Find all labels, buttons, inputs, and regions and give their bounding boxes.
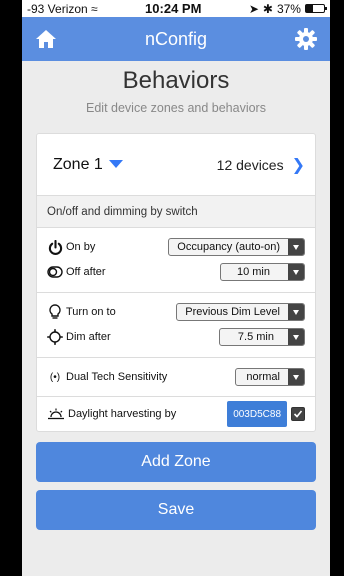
gear-icon[interactable] [292, 25, 320, 53]
daylight-device-button[interactable]: 003D5C88 [227, 401, 287, 427]
daylight-inner: Daylight harvesting by 003D5C88 [47, 401, 305, 427]
on-by-row: On by Occupancy (auto-on) [47, 236, 305, 258]
app-screen: -93 Verizon ≈ 10:24 PM ➤ ✱ 37% nConfig B… [22, 0, 330, 576]
zone-card: Zone 1 12 devices ❯ On/off and dimming b… [36, 133, 316, 432]
zone-devices-link[interactable]: 12 devices ❯ [217, 155, 305, 175]
off-after-label: Off after [47, 264, 106, 280]
battery-percent: 37% [276, 1, 301, 16]
page-title: Behaviors [122, 67, 230, 94]
dual-tech-label: (•) Dual Tech Sensitivity [47, 369, 167, 385]
daylight-checkbox[interactable] [291, 407, 305, 421]
dim-after-label: Dim after [47, 329, 111, 345]
lightbulb-icon [47, 304, 63, 320]
dual-tech-row: (•) Dual Tech Sensitivity normal [47, 366, 305, 388]
on-by-select[interactable]: Occupancy (auto-on) [168, 238, 305, 256]
zone-header-row: Zone 1 12 devices ❯ [37, 134, 315, 196]
wifi-icon: ≈ [91, 1, 98, 16]
turn-on-to-select[interactable]: Previous Dim Level [176, 303, 305, 321]
on-by-label: On by [47, 239, 95, 255]
phone-frame: -93 Verizon ≈ 10:24 PM ➤ ✱ 37% nConfig B… [0, 0, 344, 576]
dimming-group: Turn on to Previous Dim Level Dim after … [37, 293, 315, 358]
check-icon [293, 410, 303, 418]
add-zone-button[interactable]: Add Zone [36, 442, 316, 482]
dual-tech-group: (•) Dual Tech Sensitivity normal [37, 358, 315, 397]
sensor-icon: (•) [49, 371, 61, 383]
daylight-row: Daylight harvesting by 003D5C88 [37, 397, 315, 431]
dropdown-arrow-icon [288, 264, 304, 280]
status-time: 10:24 PM [145, 1, 202, 16]
nav-bar: nConfig [22, 17, 330, 61]
dropdown-arrow-icon [288, 304, 304, 320]
sunrise-icon [47, 406, 65, 422]
battery-icon [304, 4, 327, 13]
section-header: On/off and dimming by switch [37, 196, 315, 228]
zone-devices-count: 12 devices [216, 156, 284, 173]
daylight-controls: 003D5C88 [227, 401, 305, 427]
carrier-signal: -93 Verizon ≈ [27, 1, 98, 16]
home-icon[interactable] [32, 25, 60, 53]
daylight-label: Daylight harvesting by [47, 406, 176, 422]
zone-name: Zone 1 [53, 155, 103, 173]
turn-on-to-row: Turn on to Previous Dim Level [47, 301, 305, 323]
status-right: ➤ ✱ 37% [248, 1, 327, 16]
page-subtitle: Edit device zones and behaviors [86, 101, 266, 115]
toggle-icon [47, 264, 63, 280]
status-bar: -93 Verizon ≈ 10:24 PM ➤ ✱ 37% [22, 0, 330, 17]
location-icon: ➤ [248, 1, 259, 16]
off-after-select[interactable]: 10 min [219, 263, 305, 281]
turn-on-to-label: Turn on to [47, 304, 116, 320]
dropdown-arrow-icon [288, 369, 304, 385]
off-after-row: Off after 10 min [47, 261, 305, 283]
dim-after-select[interactable]: 7.5 min [218, 328, 305, 346]
save-button[interactable]: Save [36, 490, 316, 530]
sun-outline-icon [47, 329, 63, 345]
dropdown-arrow-icon [288, 329, 304, 345]
nav-title: nConfig [144, 28, 208, 49]
bluetooth-icon: ✱ [262, 1, 273, 16]
dropdown-arrow-icon [288, 239, 304, 255]
dual-tech-select[interactable]: normal [235, 368, 305, 386]
dim-after-row: Dim after 7.5 min [47, 326, 305, 348]
on-off-group: On by Occupancy (auto-on) Off after 10 m… [37, 228, 315, 293]
power-icon [47, 239, 63, 255]
caret-down-icon [108, 159, 123, 168]
zone-selector[interactable]: Zone 1 [53, 156, 123, 174]
chevron-right-icon: ❯ [291, 156, 305, 174]
